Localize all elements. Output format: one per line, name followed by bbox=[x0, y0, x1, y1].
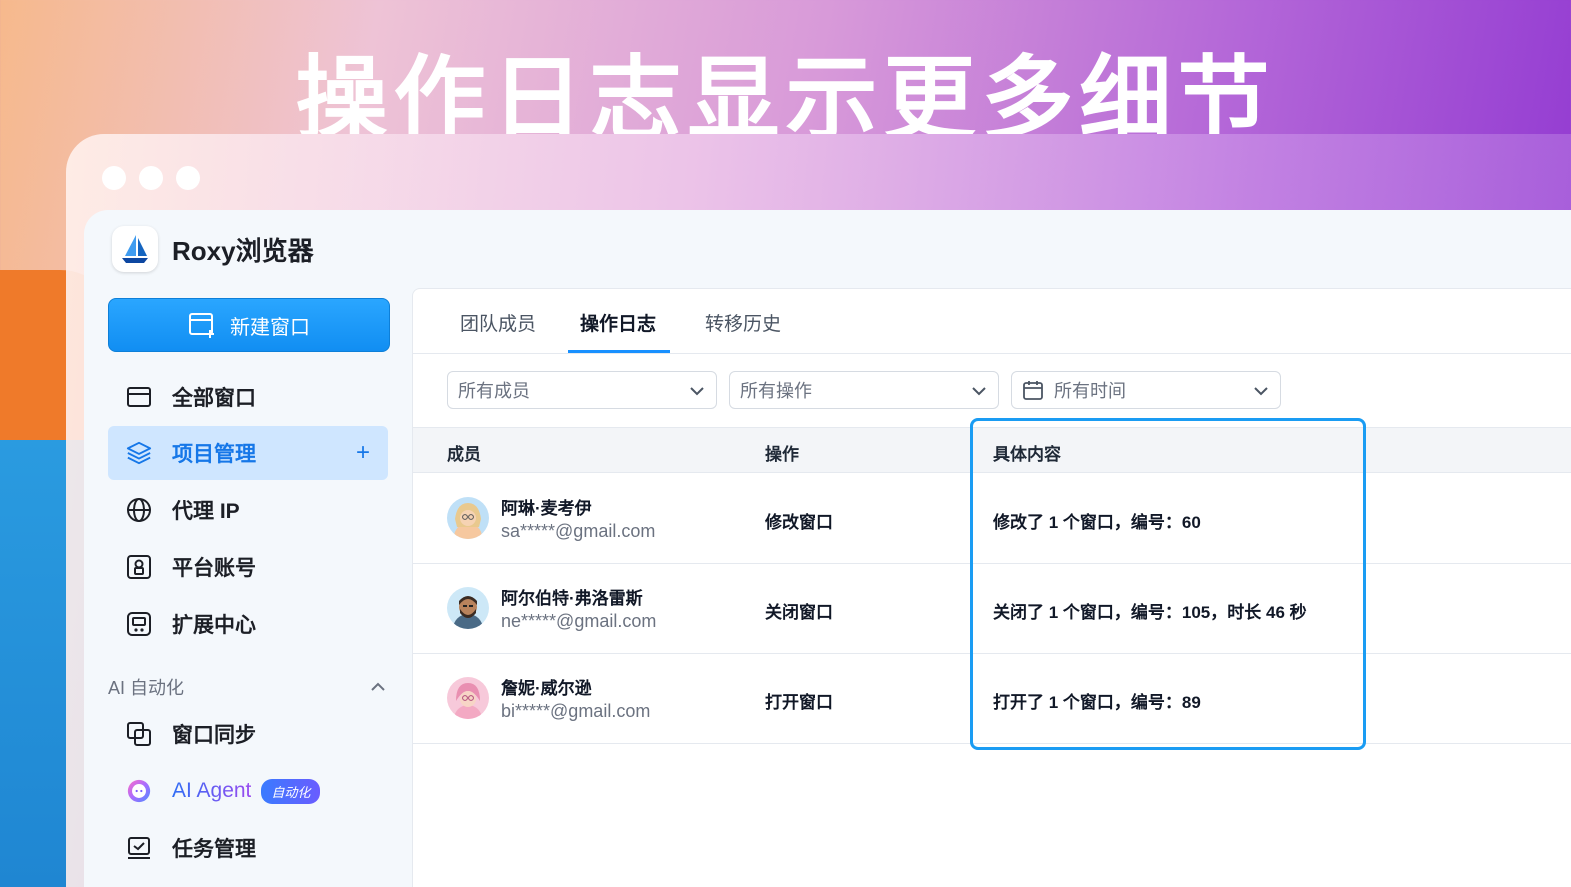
sidebar-item-window-sync[interactable]: 窗口同步 bbox=[108, 707, 388, 761]
table-header: 成员 操作 具体内容 bbox=[413, 427, 1571, 473]
brand-name: Roxy浏览器 bbox=[172, 235, 314, 266]
sidebar-item-label: 全部窗口 bbox=[172, 387, 256, 410]
sidebar-item-label: AI Agent bbox=[172, 779, 252, 802]
time-filter-select[interactable]: 所有时间 bbox=[1011, 371, 1281, 409]
layers-icon bbox=[126, 440, 152, 466]
avatar bbox=[447, 497, 489, 539]
member-name: 詹妮·威尔逊 bbox=[501, 679, 592, 698]
sidebar-item-ai-agent[interactable]: AI Agent 自动化 bbox=[108, 764, 388, 818]
account-icon bbox=[126, 554, 152, 580]
chevron-down-icon bbox=[690, 387, 704, 396]
column-header-member: 成员 bbox=[447, 445, 481, 464]
sidebar-item-label: 扩展中心 bbox=[172, 614, 256, 637]
sync-icon bbox=[126, 721, 152, 747]
automation-badge: 自动化 bbox=[261, 778, 321, 804]
promo-headline: 操作日志显示更多细节 bbox=[295, 46, 1276, 134]
sidebar-item-task-management[interactable]: 任务管理 bbox=[108, 821, 388, 875]
member-email: bi*****@gmail.com bbox=[501, 701, 651, 721]
new-window-label: 新建窗口 bbox=[230, 316, 310, 339]
chevron-down-icon bbox=[972, 387, 986, 396]
member-email: sa*****@gmail.com bbox=[501, 521, 656, 541]
add-project-button[interactable]: + bbox=[356, 439, 370, 467]
sidebar-item-label: 任务管理 bbox=[172, 838, 256, 861]
sidebar-item-label: 项目管理 bbox=[172, 443, 256, 466]
main-panel: 团队成员 操作日志 转移历史 所有成员 所有操作 所有时间 成员 操作 具体内容 bbox=[412, 288, 1571, 887]
tab-team-members[interactable]: 团队成员 bbox=[460, 309, 536, 336]
extension-icon bbox=[126, 611, 152, 637]
calendar-icon bbox=[1023, 381, 1043, 400]
chevron-up-icon bbox=[371, 682, 385, 691]
new-window-icon bbox=[189, 313, 214, 338]
window-icon bbox=[126, 384, 152, 410]
sailboat-logo-icon bbox=[112, 226, 158, 272]
sidebar-item-label: 平台账号 bbox=[172, 557, 256, 580]
operation-cell: 关闭窗口 bbox=[765, 603, 833, 622]
globe-icon bbox=[126, 497, 152, 523]
operation-cell: 打开窗口 bbox=[765, 693, 833, 712]
avatar bbox=[447, 587, 489, 629]
window-dot-1 bbox=[102, 166, 126, 190]
window-dot-3 bbox=[176, 166, 200, 190]
sidebar-item-label: 代理 IP bbox=[172, 500, 240, 523]
detail-cell: 关闭了 1 个窗口，编号：105，时长 46 秒 bbox=[993, 603, 1307, 622]
detail-cell: 修改了 1 个窗口，编号：60 bbox=[993, 513, 1201, 532]
new-window-button[interactable]: 新建窗口 bbox=[108, 298, 390, 352]
table-row[interactable]: 阿尔伯特·弗洛雷斯 ne*****@gmail.com 关闭窗口 关闭了 1 个… bbox=[413, 564, 1571, 654]
member-name: 阿琳·麦考伊 bbox=[501, 499, 592, 518]
member-name: 阿尔伯特·弗洛雷斯 bbox=[501, 589, 643, 608]
sidebar-item-projects[interactable]: 项目管理 + bbox=[108, 426, 388, 480]
brand: Roxy浏览器 bbox=[112, 226, 314, 272]
tab-transfer-history[interactable]: 转移历史 bbox=[705, 309, 781, 336]
chevron-down-icon bbox=[1254, 387, 1268, 396]
operation-filter-value: 所有操作 bbox=[740, 381, 812, 401]
operation-cell: 修改窗口 bbox=[765, 513, 833, 532]
sidebar-item-proxy-ip[interactable]: 代理 IP bbox=[108, 483, 388, 537]
table-row[interactable]: 詹妮·威尔逊 bi*****@gmail.com 打开窗口 打开了 1 个窗口，… bbox=[413, 654, 1571, 744]
sidebar-item-platform-accounts[interactable]: 平台账号 bbox=[108, 540, 388, 594]
column-header-operation: 操作 bbox=[765, 445, 799, 464]
section-ai-automation[interactable]: AI 自动化 bbox=[108, 672, 388, 702]
window-dot-2 bbox=[139, 166, 163, 190]
operation-filter-select[interactable]: 所有操作 bbox=[729, 371, 999, 409]
table-row[interactable]: 阿琳·麦考伊 sa*****@gmail.com 修改窗口 修改了 1 个窗口，… bbox=[413, 474, 1571, 564]
column-header-detail: 具体内容 bbox=[993, 445, 1061, 464]
sidebar-item-all-windows[interactable]: 全部窗口 bbox=[108, 370, 388, 424]
detail-cell: 打开了 1 个窗口，编号：89 bbox=[993, 693, 1201, 712]
tab-operation-log[interactable]: 操作日志 bbox=[580, 309, 656, 336]
time-filter-value: 所有时间 bbox=[1054, 381, 1126, 401]
sidebar-item-extensions[interactable]: 扩展中心 bbox=[108, 597, 388, 651]
task-icon bbox=[126, 835, 152, 861]
app-shell: Roxy浏览器 新建窗口 全部窗口 项目管理 + 代理 IP 平台账号 扩展中心… bbox=[84, 210, 1571, 887]
member-filter-select[interactable]: 所有成员 bbox=[447, 371, 717, 409]
section-label: AI 自动化 bbox=[108, 678, 185, 698]
tabs-divider bbox=[413, 353, 1571, 354]
agent-icon bbox=[126, 778, 152, 804]
member-email: ne*****@gmail.com bbox=[501, 611, 657, 631]
sidebar-item-label: 窗口同步 bbox=[172, 724, 256, 747]
member-filter-value: 所有成员 bbox=[458, 381, 530, 401]
avatar bbox=[447, 677, 489, 719]
